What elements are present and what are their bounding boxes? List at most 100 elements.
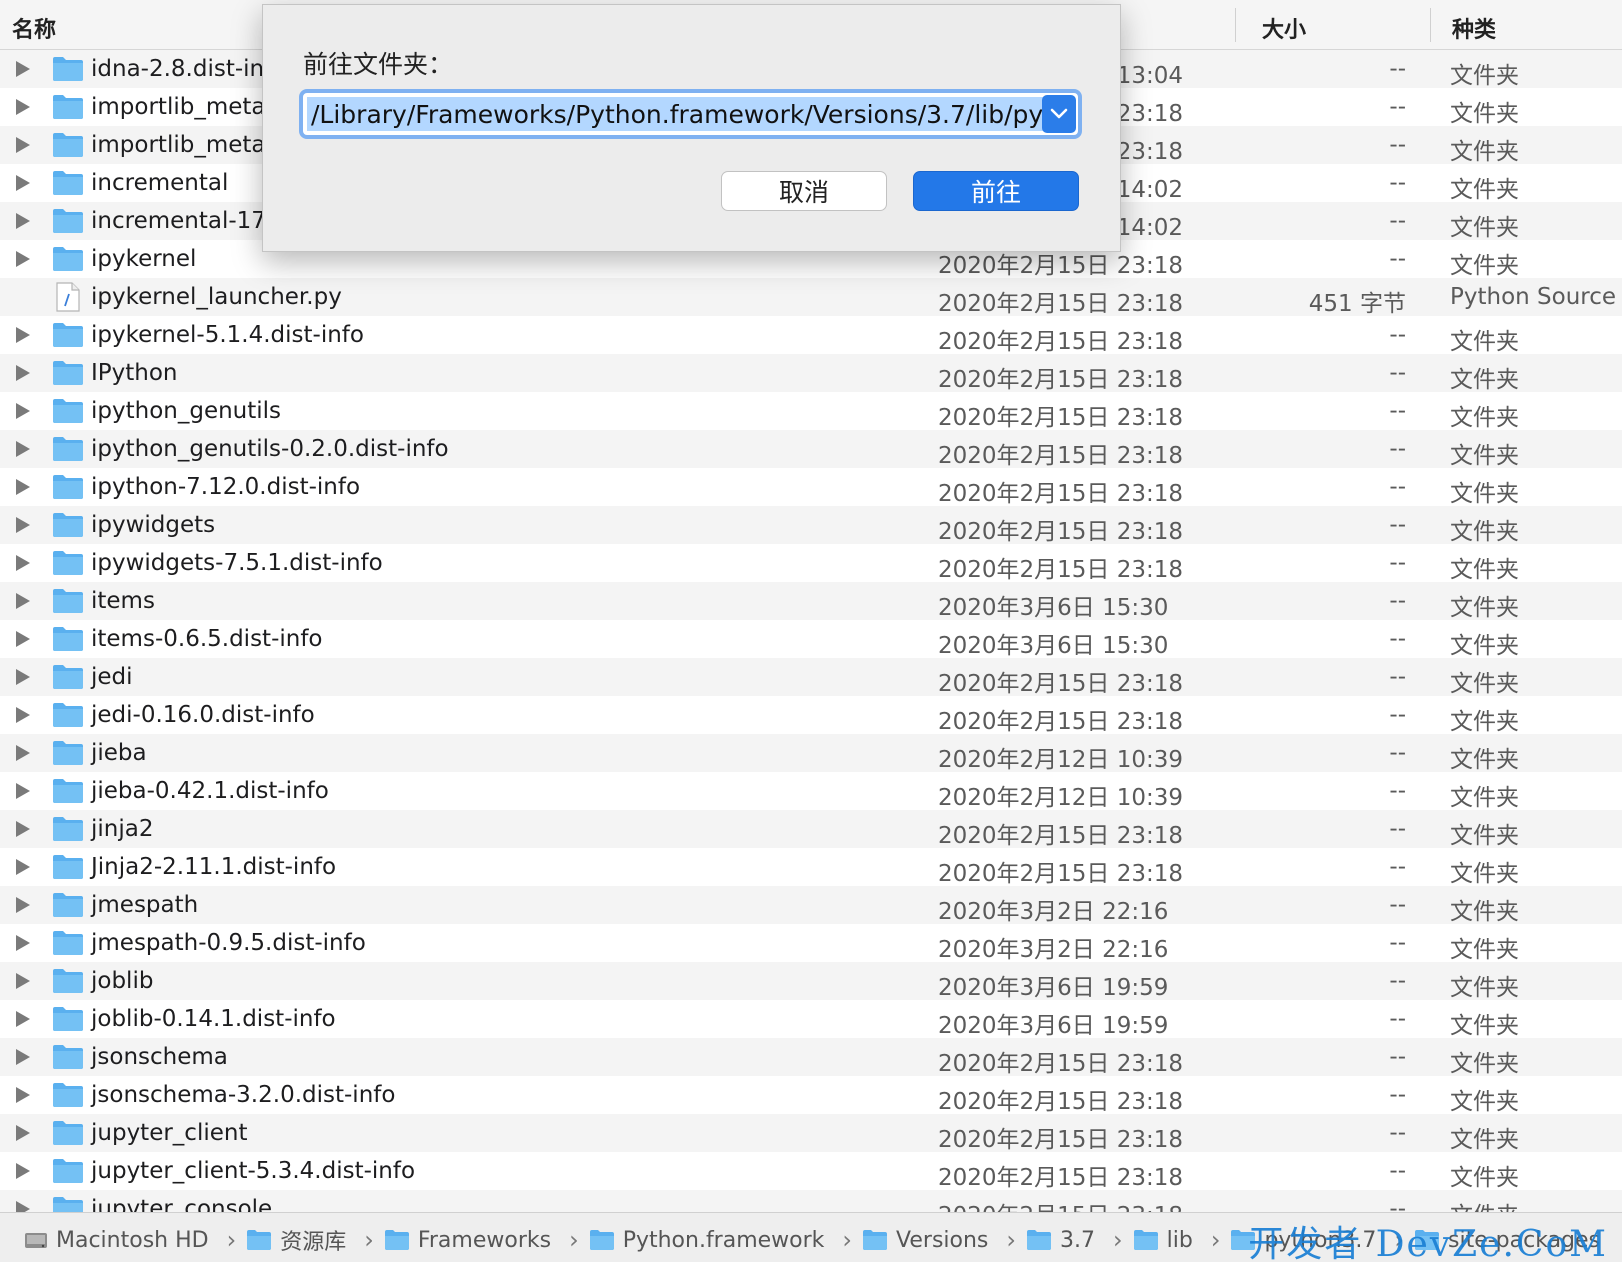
list-item[interactable]: jieba-0.42.1.dist-info 2020年2月12日 10:39 --… <box>0 772 1622 811</box>
column-divider[interactable] <box>1430 8 1431 42</box>
list-item[interactable]: jupyter_client-5.3.4.dist-info 2020年2月15日… <box>0 1152 1622 1191</box>
list-item[interactable]: Jinja2-2.11.1.dist-info 2020年2月15日 23:18 -… <box>0 848 1622 887</box>
breadcrumb-item[interactable]: Macintosh HD › <box>24 1226 236 1254</box>
list-item[interactable]: ipython_genutils-0.2.0.dist-info 2020年2月1… <box>0 430 1622 469</box>
file-size: -- <box>1389 778 1406 804</box>
dialog-label: 前往文件夹： <box>303 50 454 79</box>
list-item[interactable]: jinja2 2020年2月15日 23:18 -- 文件夹 <box>0 810 1622 849</box>
disclosure-triangle-icon[interactable] <box>16 821 30 837</box>
folder-path-combobox[interactable] <box>299 89 1082 139</box>
column-divider[interactable] <box>1235 8 1236 42</box>
list-item[interactable]: jedi-0.16.0.dist-info 2020年2月15日 23:18 -- 文… <box>0 696 1622 735</box>
file-kind: Python Source <box>1450 284 1617 310</box>
modified-date: 2020年2月15日 23:18 <box>938 405 1184 431</box>
file-name: ipython_genutils-0.2.0.dist-info <box>91 436 449 462</box>
breadcrumb-item[interactable]: lib › <box>1133 1226 1220 1254</box>
modified-date: 2020年2月15日 23:18 <box>938 1051 1184 1077</box>
disclosure-triangle-icon[interactable] <box>16 897 30 913</box>
list-item[interactable]: ipywidgets-7.5.1.dist-info 2020年2月15日 23:… <box>0 544 1622 583</box>
column-header-kind[interactable]: 种类 <box>1452 12 1496 44</box>
disclosure-triangle-icon[interactable] <box>16 1011 30 1027</box>
disclosure-triangle-icon[interactable] <box>16 1163 30 1179</box>
disclosure-triangle-icon[interactable] <box>16 1125 30 1141</box>
list-item[interactable]: joblib 2020年3月6日 19:59 -- 文件夹 <box>0 962 1622 1001</box>
disclosure-triangle-icon[interactable] <box>16 1087 30 1103</box>
modified-date: 2020年2月15日 23:18 <box>938 671 1184 697</box>
disclosure-triangle-icon[interactable] <box>16 745 30 761</box>
list-item[interactable]: jmespath 2020年3月2日 22:16 -- 文件夹 <box>0 886 1622 925</box>
disclosure-triangle-icon[interactable] <box>16 1049 30 1065</box>
disclosure-triangle-icon[interactable] <box>16 593 30 609</box>
modified-date: 2020年3月2日 22:16 <box>938 937 1169 963</box>
list-item[interactable]: IPython 2020年2月15日 23:18 -- 文件夹 <box>0 354 1622 393</box>
list-item[interactable]: jmespath-0.9.5.dist-info 2020年3月2日 22:16 -… <box>0 924 1622 963</box>
list-item[interactable]: ipywidgets 2020年2月15日 23:18 -- 文件夹 <box>0 506 1622 545</box>
list-item[interactable]: jsonschema-3.2.0.dist-info 2020年2月15日 23:… <box>0 1076 1622 1115</box>
list-item[interactable]: ipython_genutils 2020年2月15日 23:18 -- 文件夹 <box>0 392 1622 431</box>
list-item[interactable]: joblib-0.14.1.dist-info 2020年3月6日 19:59 --… <box>0 1000 1622 1039</box>
cancel-button[interactable]: 取消 <box>721 171 887 211</box>
file-size: -- <box>1389 94 1406 120</box>
disclosure-triangle-icon[interactable] <box>16 175 30 191</box>
disclosure-triangle-icon[interactable] <box>16 61 30 77</box>
modified-date: 2020年2月15日 23:18 <box>938 291 1184 317</box>
disclosure-triangle-icon[interactable] <box>16 99 30 115</box>
disclosure-triangle-icon[interactable] <box>16 365 30 381</box>
disclosure-triangle-icon[interactable] <box>16 935 30 951</box>
file-kind: 文件夹 <box>1450 823 1519 849</box>
disclosure-triangle-icon[interactable] <box>16 403 30 419</box>
disclosure-triangle-icon[interactable] <box>16 859 30 875</box>
file-kind: 文件夹 <box>1450 1089 1519 1115</box>
disclosure-triangle-icon[interactable] <box>16 441 30 457</box>
column-header-size[interactable]: 大小 <box>1262 12 1306 44</box>
disclosure-triangle-icon[interactable] <box>16 669 30 685</box>
file-name: jsonschema <box>91 1044 228 1070</box>
file-kind: 文件夹 <box>1450 747 1519 773</box>
disclosure-triangle-icon[interactable] <box>16 555 30 571</box>
list-item[interactable]: ipykernel-5.1.4.dist-info 2020年2月15日 23:1… <box>0 316 1622 355</box>
list-item[interactable]: ipykernel_launcher.py 2020年2月15日 23:18 451… <box>0 278 1622 317</box>
list-item[interactable]: jupyter_console 2020年2月15日 23:18 -- 文件夹 <box>0 1190 1622 1212</box>
go-button[interactable]: 前往 <box>913 171 1079 211</box>
breadcrumb-item[interactable]: Python.framework › <box>589 1226 852 1254</box>
file-size: -- <box>1389 1158 1406 1184</box>
breadcrumb-item[interactable]: Versions › <box>862 1226 1016 1254</box>
list-item[interactable]: items-0.6.5.dist-info 2020年3月6日 15:30 -- 文件… <box>0 620 1622 659</box>
folder-icon <box>1133 1230 1158 1250</box>
disclosure-triangle-icon[interactable] <box>16 327 30 343</box>
hard-drive-icon <box>25 1233 47 1248</box>
file-size: -- <box>1389 1196 1406 1212</box>
list-item[interactable]: jupyter_client 2020年2月15日 23:18 -- 文件夹 <box>0 1114 1622 1153</box>
disclosure-triangle-icon[interactable] <box>16 517 30 533</box>
file-name: jedi-0.16.0.dist-info <box>91 702 315 728</box>
breadcrumb-item[interactable]: 3.7 › <box>1026 1226 1123 1254</box>
disclosure-triangle-icon[interactable] <box>16 631 30 647</box>
file-name: ipykernel <box>91 246 197 272</box>
go-to-folder-dialog: 前往文件夹： 取消 前往 <box>262 4 1121 252</box>
disclosure-triangle-icon[interactable] <box>16 213 30 229</box>
list-item[interactable]: jsonschema 2020年2月15日 23:18 -- 文件夹 <box>0 1038 1622 1077</box>
disclosure-triangle-icon[interactable] <box>16 137 30 153</box>
disclosure-triangle-icon[interactable] <box>16 973 30 989</box>
disclosure-triangle-icon[interactable] <box>16 707 30 723</box>
disclosure-triangle-icon[interactable] <box>16 251 30 267</box>
breadcrumb-item[interactable]: Frameworks › <box>384 1226 579 1254</box>
breadcrumb-item[interactable]: 资源库 › <box>246 1224 374 1256</box>
folder-icon <box>53 1197 83 1212</box>
column-header-name[interactable]: 名称 <box>12 12 56 44</box>
watermark: 开发者 DevZe.CoM <box>1248 1224 1608 1262</box>
disclosure-triangle-icon[interactable] <box>16 783 30 799</box>
folder-path-input[interactable] <box>307 97 1047 131</box>
file-kind: 文件夹 <box>1450 177 1519 203</box>
disclosure-triangle-icon[interactable] <box>16 1201 30 1212</box>
folder-icon <box>53 171 83 195</box>
list-item[interactable]: ipython-7.12.0.dist-info 2020年2月15日 23:18… <box>0 468 1622 507</box>
list-item[interactable]: items 2020年3月6日 15:30 -- 文件夹 <box>0 582 1622 621</box>
chevron-down-icon[interactable] <box>1042 95 1076 133</box>
modified-date: 2020年2月15日 23:18 <box>938 1165 1184 1191</box>
folder-icon <box>53 1007 83 1031</box>
list-item[interactable]: jieba 2020年2月12日 10:39 -- 文件夹 <box>0 734 1622 773</box>
disclosure-triangle-icon[interactable] <box>16 479 30 495</box>
chevron-right-icon: › <box>1006 1226 1017 1254</box>
list-item[interactable]: jedi 2020年2月15日 23:18 -- 文件夹 <box>0 658 1622 697</box>
